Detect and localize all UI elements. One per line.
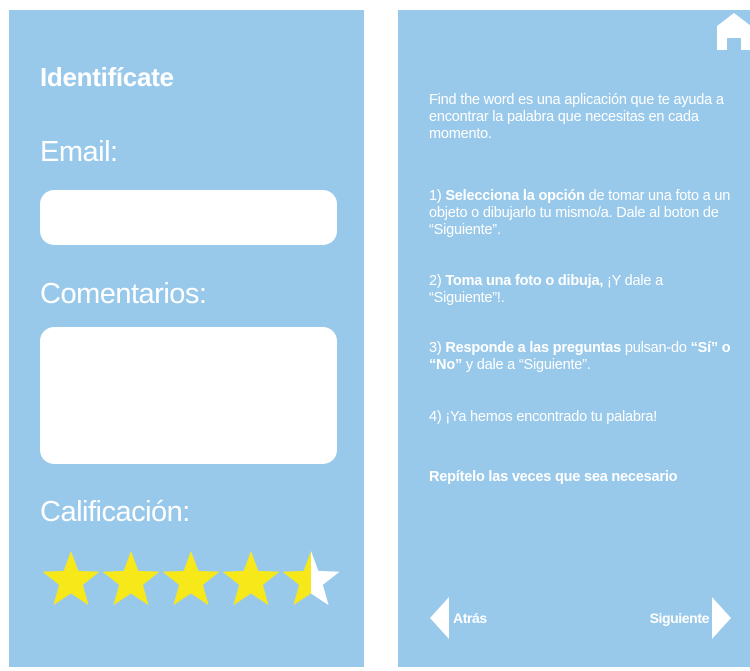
next-label: Siguiente <box>649 610 710 626</box>
step-2: 2) Toma una foto o dibuja, ¡Y dale a “Si… <box>429 273 663 306</box>
star-icon-2[interactable] <box>102 551 160 606</box>
star-icon-1[interactable] <box>42 551 100 606</box>
star-icon-5[interactable] <box>282 551 340 606</box>
home-icon[interactable] <box>717 12 750 50</box>
email-field[interactable] <box>40 190 337 245</box>
arrow-left-icon <box>430 597 449 639</box>
comments-label: Comentarios: <box>40 278 207 310</box>
rating-label: Calificación: <box>40 496 190 528</box>
email-label: Email: <box>40 136 118 168</box>
next-button[interactable]: Siguiente <box>650 596 731 640</box>
back-label: Atrás <box>453 610 487 626</box>
back-button[interactable]: Atrás <box>430 596 487 640</box>
intro-text: Find the word es una aplicación que te a… <box>429 92 724 142</box>
repeat-text: Repítelo las veces que sea necesario <box>429 469 678 485</box>
instructions: Find the word es una aplicación que te a… <box>429 92 739 485</box>
comments-field[interactable] <box>40 327 337 464</box>
feedback-panel: Identifícate Email: Comentarios: Calific… <box>9 10 364 667</box>
step-4: 4) ¡Ya hemos encontrado tu palabra! <box>429 409 658 425</box>
star-rating[interactable] <box>41 550 341 610</box>
star-icon-4[interactable] <box>222 551 280 606</box>
help-panel: Find the word es una aplicación que te a… <box>398 10 750 667</box>
form-title: Identifícate <box>40 62 174 92</box>
step-1: 1) Selecciona la opción de tomar una fot… <box>429 188 731 238</box>
arrow-right-icon <box>712 597 731 639</box>
step-3: 3) Responde a las preguntas pulsan-do “S… <box>429 340 731 373</box>
star-icon-3[interactable] <box>162 551 220 606</box>
